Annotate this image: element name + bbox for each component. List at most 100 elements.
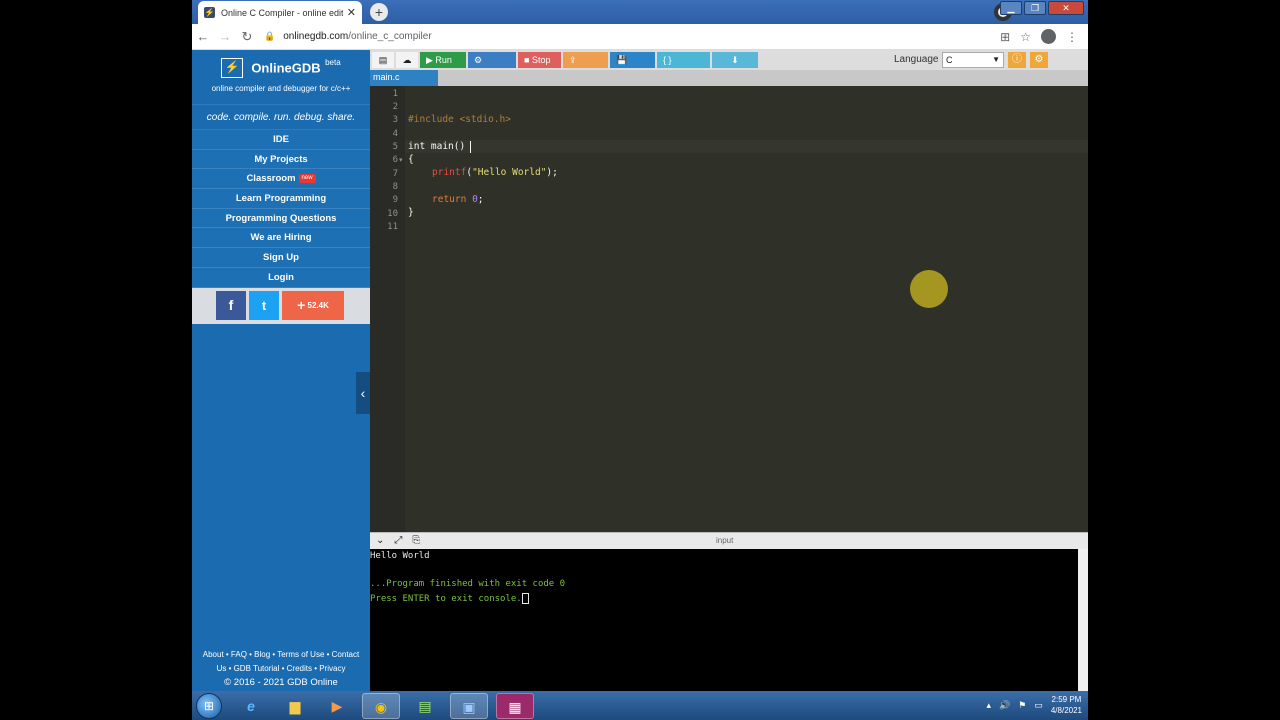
social-share-bar: f t + 52.4K [192,287,370,324]
maximize-button[interactable]: ❐ [1024,1,1046,15]
beautify-button[interactable]: { } Beautify [657,52,710,81]
new-file-icon[interactable]: ▤ [372,52,394,68]
remote-desktop-icon[interactable]: ▣ [450,693,488,719]
run-button[interactable]: ▶ Run [420,52,466,68]
sidebar-item-classroom[interactable]: Classroom new [192,169,370,190]
token-function: printf [432,167,467,178]
url-field[interactable]: 🔒 onlinegdb.com/online_c_compiler [264,31,1000,42]
sidebar-item-login[interactable]: Login [192,267,370,288]
volume-icon[interactable]: 🔊 [999,700,1010,711]
sidebar-item-learn-programming[interactable]: Learn Programming [192,189,370,209]
browser-tab[interactable]: ⚡ Online C Compiler - online editor ✕ [198,1,362,24]
file-explorer-icon[interactable]: ▆ [276,693,314,719]
sidebar-item-label: Login [268,271,294,283]
share-button[interactable]: ⇪ Share [563,52,608,81]
file-tab-main-c[interactable]: main.c [370,70,438,86]
expand-icon[interactable]: ⤢ [394,535,402,546]
beta-label: beta [325,58,341,67]
sidebar-item-my-projects[interactable]: My Projects [192,149,370,170]
back-arrow-icon[interactable]: ← [192,29,214,44]
code-line-10: } [408,207,414,218]
share-count: 52.4K [307,301,329,310]
file-tab-bar: main.c [370,70,1088,86]
desktop-screen: ⚡ Online C Compiler - online editor ✕ + … [192,0,1088,720]
footer-links-line2[interactable]: Us • GDB Tutorial • Credits • Privacy [192,662,370,676]
line-number: 4 [392,129,398,139]
new-tab-button[interactable]: + [370,3,388,21]
forward-arrow-icon[interactable]: → [214,29,236,44]
close-window-button[interactable]: ✕ [1048,1,1084,15]
current-line-highlight [405,140,1088,153]
sidebar-item-label: Sign Up [263,252,299,264]
info-icon[interactable]: ⓘ [1008,52,1026,68]
upload-icon[interactable]: ☁ [396,52,418,68]
sidebar-footer: About • FAQ • Blog • Terms of Use • Cont… [192,648,370,692]
code-line-5: int main() [408,141,466,152]
line-number: 6 [392,155,398,165]
sidebar-item-label: IDE [273,134,289,145]
line-number: 11 [387,222,398,232]
twitter-share-button[interactable]: t [249,291,279,320]
line-number: 1 [392,89,398,99]
reload-icon[interactable]: ↻ [236,29,258,45]
language-value: C [946,55,953,65]
language-select[interactable]: C ▼ [942,52,1004,68]
minimize-button[interactable]: ▁ [1000,1,1022,15]
internet-explorer-icon[interactable]: e [232,693,270,719]
console-line-output: Hello World [370,551,430,561]
plus-icon: + [297,297,306,314]
window-controls: ▁ ❐ ✕ [1000,1,1084,15]
clock[interactable]: 2:59 PM 4/8/2021 [1051,694,1082,716]
chrome-menu-icon[interactable]: ⋮ [1066,30,1078,44]
debug-button[interactable]: ⚙ Debug [468,52,516,81]
network-icon[interactable]: ▭ [1034,700,1043,711]
facebook-share-button[interactable]: f [216,291,246,320]
onlinegdb-favicon-icon: ⚡ [204,7,215,18]
sidebar-item-hiring[interactable]: We are Hiring [192,228,370,249]
brand-tagline: online compiler and debugger for c/c++ [211,84,351,93]
sidebar-item-ide[interactable]: IDE [192,130,370,150]
line-number: 2 [392,102,398,112]
notepad-icon[interactable]: ▤ [406,693,444,719]
action-center-flag-icon[interactable]: ⚑ [1018,700,1026,711]
save-button[interactable]: 💾 Save [610,52,655,81]
console-scrollbar[interactable] [1078,549,1088,691]
footer-links-line1[interactable]: About • FAQ • Blog • Terms of Use • Cont… [192,648,370,662]
chevron-down-icon[interactable]: ⌄ [376,535,384,546]
line-number: 8 [392,182,398,192]
tray-arrow-icon[interactable]: ▴ [987,700,992,711]
copy-icon[interactable]: ⎘ [412,535,420,546]
line-number: 9 [392,195,398,205]
sidebar-item-label: Learn Programming [235,193,327,205]
system-tray: ▴ 🔊 ⚑ ▭ 2:59 PM 4/8/2021 [987,694,1082,716]
sidebar: ⚡ OnlineGDB beta online compiler and debu… [192,50,370,692]
token-keyword: return [432,194,467,205]
lock-icon: 🔒 [264,31,276,41]
clock-date: 4/8/2021 [1050,706,1082,715]
address-bar-row: ← → ↻ 🔒 onlinegdb.com/online_c_compiler … [192,24,1088,50]
code-editor[interactable]: 1 2 3 4 5 6 ▾ 7 8 9 10 11 #include <stdi… [370,86,1088,532]
windows-taskbar: ⊞ e ▆ ▶ ◉ ▤ ▣ ▦ ▴ 🔊 ⚑ ▭ 2:59 PM 4/8/2021 [192,691,1088,720]
download-button[interactable]: ⬇ [712,52,758,68]
stop-button[interactable]: ■ Stop [518,52,561,68]
media-player-icon[interactable]: ▶ [318,693,356,719]
chrome-taskbar-icon[interactable]: ◉ [362,693,400,719]
token-semicolon: ; [477,194,484,205]
qr-code-icon[interactable]: ⊞ [1000,30,1010,44]
sidebar-item-programming-questions[interactable]: Programming Questions [192,208,370,229]
line-number: 7 [392,169,398,179]
console-output[interactable]: Hello World ...Program finished with exi… [370,549,1088,691]
bookmark-star-icon[interactable]: ☆ [1020,30,1031,44]
fold-arrow-icon[interactable]: ▾ [399,156,403,164]
code-line-3: #include <stdio.h> [408,114,511,125]
gear-icon[interactable]: ⚙ [1030,52,1048,68]
collapse-sidebar-chevron-icon[interactable]: ‹ [356,372,370,414]
recorder-app-icon[interactable]: ▦ [496,693,534,719]
tab-close-icon[interactable]: ✕ [347,6,356,19]
brand-header[interactable]: ⚡ OnlineGDB beta online compiler and debu… [192,50,370,102]
addthis-share-button[interactable]: + 52.4K [282,291,344,320]
account-avatar-icon[interactable] [1041,29,1056,44]
sidebar-item-sign-up[interactable]: Sign Up [192,248,370,268]
start-button[interactable]: ⊞ [196,693,222,719]
code-line-9: return 0; [432,194,484,205]
